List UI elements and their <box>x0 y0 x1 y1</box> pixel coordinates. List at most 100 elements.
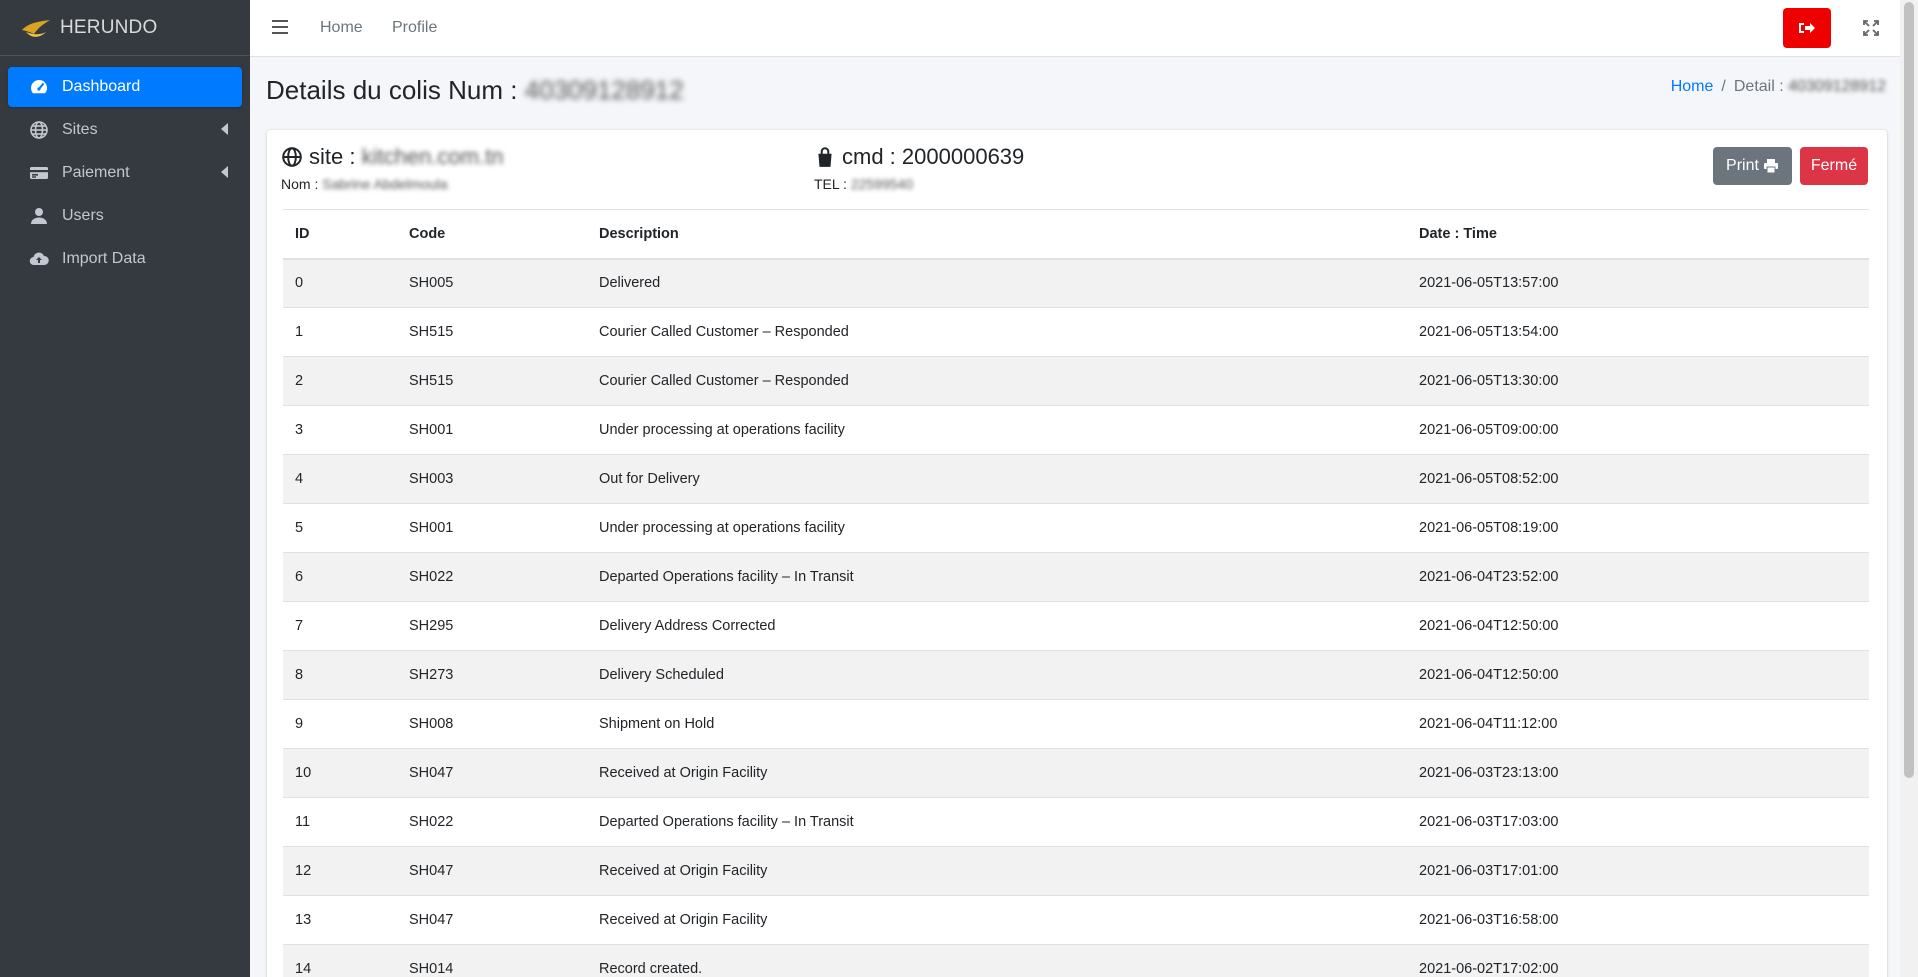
header-description: Description <box>587 209 1407 260</box>
tracking-table: ID Code Description Date : Time 0 SH005 De… <box>283 209 1869 977</box>
table-body: 0 SH005 Delivered 2021-06-05T13:57:00 1 SH515… <box>283 258 1869 977</box>
sidebar-item-paiement[interactable]: Paiement <box>8 153 242 193</box>
cell-code: SH515 <box>397 356 587 406</box>
cmd-label: cmd : <box>842 144 896 169</box>
cell-code: SH273 <box>397 650 587 700</box>
cell-description: Departed Operations facility – In Transi… <box>587 552 1407 602</box>
sidebar-item-sites[interactable]: Sites <box>8 110 242 150</box>
table-header-row: ID Code Description Date : Time <box>283 209 1869 260</box>
cell-code: SH022 <box>397 797 587 847</box>
sidebar: HERUNDO Dashboard Sites Paiement Users I… <box>0 0 250 977</box>
sidebar-item-label: Dashboard <box>62 78 141 95</box>
breadcrumb-current-label: Detail : <box>1733 78 1784 95</box>
sidebar-item-import-data[interactable]: Import Data <box>8 239 242 279</box>
cell-description: Departed Operations facility – In Transi… <box>587 797 1407 847</box>
cell-id: 12 <box>283 846 397 896</box>
cell-description: Record created. <box>587 944 1407 977</box>
menu-toggle-icon[interactable] <box>272 20 288 34</box>
cell-code: SH047 <box>397 748 587 798</box>
brand-link[interactable]: HERUNDO <box>0 0 250 56</box>
cell-code: SH515 <box>397 307 587 357</box>
scrollbar-thumb[interactable] <box>1904 2 1914 778</box>
cell-datetime: 2021-06-03T17:01:00 <box>1407 846 1869 896</box>
cell-description: Delivery Address Corrected <box>587 601 1407 651</box>
breadcrumb-home-link[interactable]: Home <box>1671 78 1714 95</box>
topnav-profile-link[interactable]: Profile <box>392 19 437 37</box>
parcel-details-card: site : kitchen.com.tn Nom : Sabrine Abde… <box>267 130 1887 977</box>
cell-code: SH005 <box>397 258 587 308</box>
table-row: 12 SH047 Received at Origin Facility 2021-0… <box>283 846 1869 896</box>
vertical-scrollbar[interactable] <box>1900 0 1918 977</box>
cloud-upload-icon <box>28 248 50 270</box>
cell-description: Under processing at operations facility <box>587 503 1407 553</box>
cmd-value: 2000000639 <box>901 144 1025 169</box>
cell-datetime: 2021-06-05T08:52:00 <box>1407 454 1869 504</box>
printer-icon <box>1763 159 1778 174</box>
table-row: 5 SH001 Under processing at operations fac… <box>283 503 1869 553</box>
cell-datetime: 2021-06-04T11:12:00 <box>1407 699 1869 749</box>
table-row: 10 SH047 Received at Origin Facility 2021-0… <box>283 748 1869 798</box>
cell-datetime: 2021-06-05T13:54:00 <box>1407 307 1869 357</box>
cell-datetime: 2021-06-05T09:00:00 <box>1407 405 1869 455</box>
print-button-label: Print <box>1726 157 1759 174</box>
table-row: 7 SH295 Delivery Address Corrected 2021-06-… <box>283 601 1869 651</box>
cell-code: SH014 <box>397 944 587 977</box>
topnav-home-link[interactable]: Home <box>320 19 363 37</box>
shopping-bag-icon <box>818 147 832 167</box>
cell-datetime: 2021-06-03T23:13:00 <box>1407 748 1869 798</box>
table-row: 8 SH273 Delivery Scheduled 2021-06-04T12:50… <box>283 650 1869 700</box>
cell-code: SH022 <box>397 552 587 602</box>
cell-description: Delivered <box>587 258 1407 308</box>
chevron-left-icon <box>221 166 228 178</box>
table-row: 11 SH022 Departed Operations facility – In… <box>283 797 1869 847</box>
cell-code: SH047 <box>397 895 587 945</box>
table-row: 4 SH003 Out for Delivery 2021-06-05T08:52:0… <box>283 454 1869 504</box>
cell-id: 7 <box>283 601 397 651</box>
cell-datetime: 2021-06-02T17:02:00 <box>1407 944 1869 977</box>
cell-description: Shipment on Hold <box>587 699 1407 749</box>
cell-datetime: 2021-06-05T13:30:00 <box>1407 356 1869 406</box>
cell-description: Out for Delivery <box>587 454 1407 504</box>
sidebar-item-users[interactable]: Users <box>8 196 242 236</box>
name-label: Nom : <box>281 176 319 192</box>
cell-id: 6 <box>283 552 397 602</box>
page-title: Details du colis Num : 40309128912 <box>266 75 684 106</box>
cell-code: SH008 <box>397 699 587 749</box>
sidebar-item-label: Sites <box>62 121 98 138</box>
table-row: 14 SH014 Record created. 2021-06-02T17:02:0… <box>283 944 1869 977</box>
cell-id: 8 <box>283 650 397 700</box>
brand-name: HERUNDO <box>60 16 158 38</box>
cell-code: SH003 <box>397 454 587 504</box>
cell-datetime: 2021-06-03T16:58:00 <box>1407 895 1869 945</box>
table-row: 3 SH001 Under processing at operations fac… <box>283 405 1869 455</box>
cell-code: SH001 <box>397 405 587 455</box>
cell-description: Courier Called Customer – Responded <box>587 307 1407 357</box>
sidebar-nav: Dashboard Sites Paiement Users Import Da… <box>0 56 250 287</box>
sidebar-item-dashboard[interactable]: Dashboard <box>8 67 242 107</box>
table-row: 1 SH515 Courier Called Customer – Responde… <box>283 307 1869 357</box>
print-button[interactable]: Print <box>1713 147 1792 185</box>
cell-id: 2 <box>283 356 397 406</box>
cell-id: 1 <box>283 307 397 357</box>
cell-id: 3 <box>283 405 397 455</box>
page-title-label: Details du colis Num : <box>266 75 518 105</box>
cell-datetime: 2021-06-04T23:52:00 <box>1407 552 1869 602</box>
user-icon <box>28 205 50 227</box>
cell-id: 4 <box>283 454 397 504</box>
cell-datetime: 2021-06-03T17:03:00 <box>1407 797 1869 847</box>
top-navbar: Home Profile <box>250 0 1900 57</box>
site-label: site : <box>309 144 356 169</box>
cell-id: 14 <box>283 944 397 977</box>
tachometer-icon <box>28 76 50 98</box>
breadcrumb-current-value: 40309128912 <box>1788 78 1886 95</box>
sidebar-item-label: Users <box>62 207 104 224</box>
cell-description: Received at Origin Facility <box>587 748 1407 798</box>
parcel-number: 40309128912 <box>524 75 684 105</box>
close-button[interactable]: Fermé <box>1800 147 1868 185</box>
logout-button[interactable] <box>1783 8 1831 48</box>
tel-label: TEL : <box>814 176 847 192</box>
table-row: 9 SH008 Shipment on Hold 2021-06-04T11:12:0… <box>283 699 1869 749</box>
site-value: kitchen.com.tn <box>361 144 504 169</box>
fullscreen-button[interactable] <box>1860 17 1882 39</box>
sidebar-item-label: Import Data <box>62 250 146 267</box>
